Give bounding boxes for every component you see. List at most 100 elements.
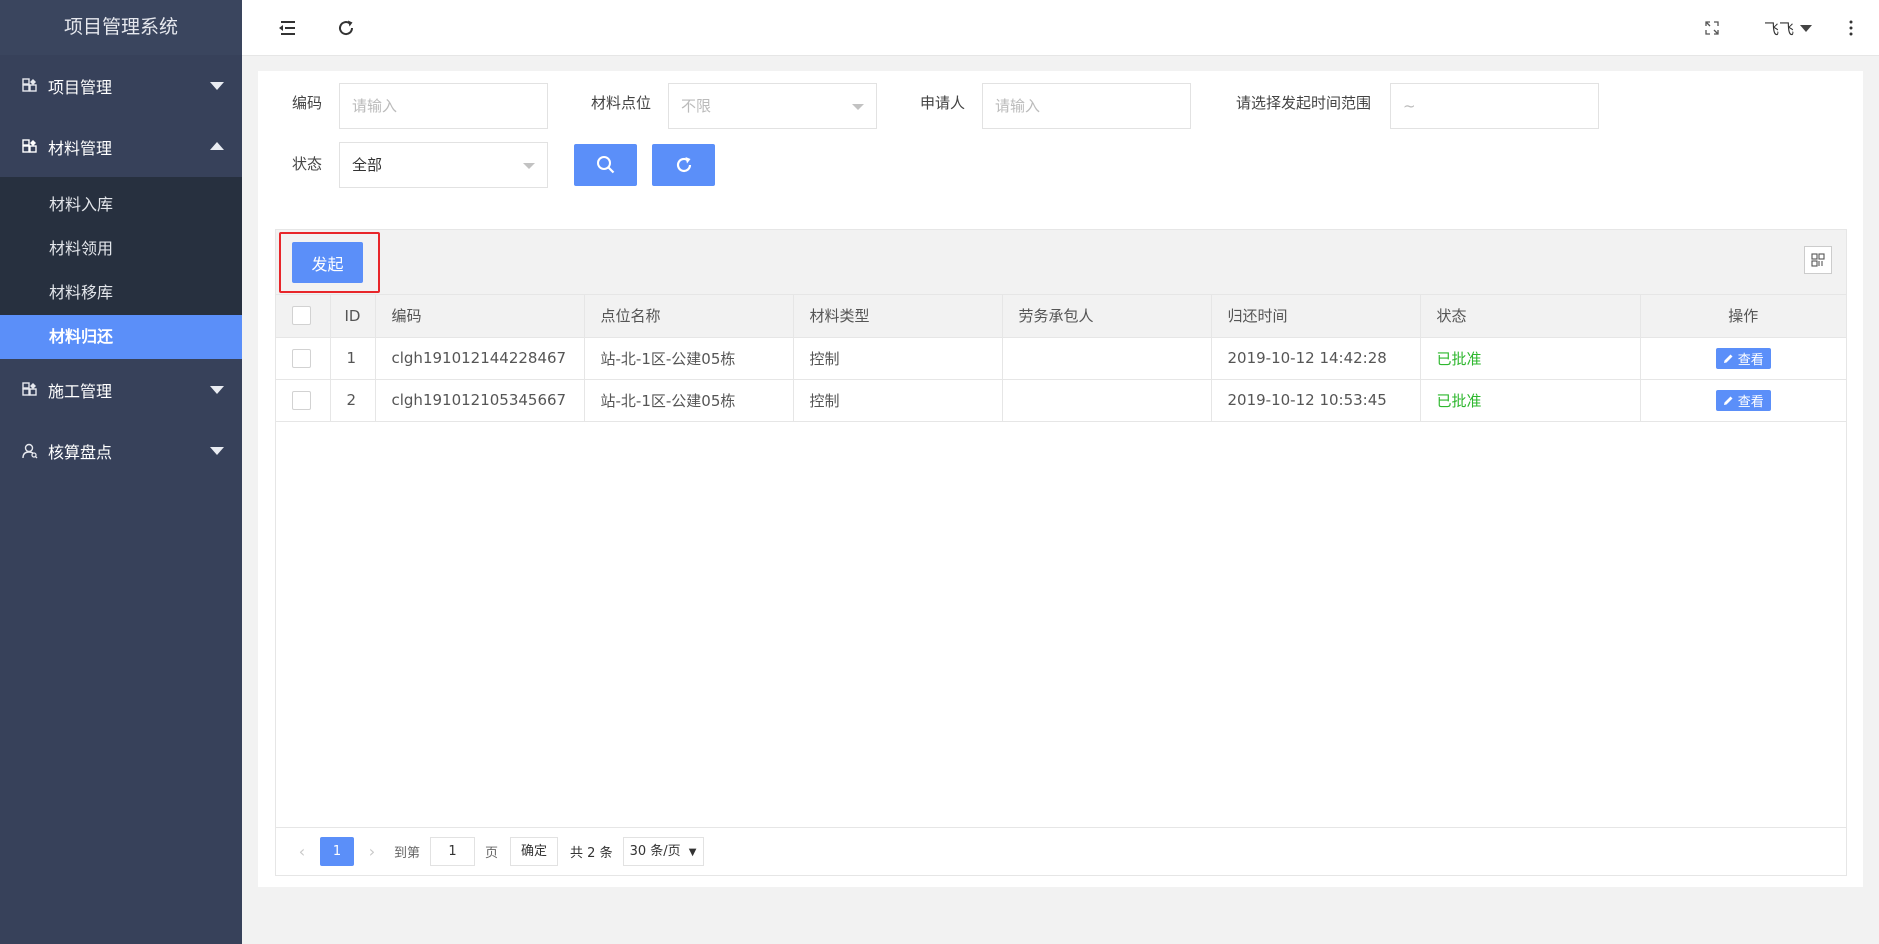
status-select-value: 全部 <box>352 156 383 174</box>
total-count: 共 2 条 <box>570 846 613 861</box>
search-icon <box>596 156 614 174</box>
refresh-icon[interactable] <box>333 15 359 41</box>
user-menu[interactable]: 飞飞 <box>1764 16 1813 40</box>
applicant-input[interactable]: 请输入 <box>982 83 1191 129</box>
chevron-left-icon[interactable]: ‹ <box>290 842 314 861</box>
row-contractor <box>1002 337 1212 380</box>
col-header-code[interactable]: 编码 <box>375 295 585 338</box>
status-select[interactable]: 全部 <box>339 142 548 188</box>
time-range-input[interactable]: ~ <box>1390 83 1599 129</box>
view-button-label: 查看 <box>1737 394 1764 410</box>
sidebar-group-label: 核算盘点 <box>48 442 113 462</box>
top-header: 飞飞 <box>242 0 1879 56</box>
location-select-value: 不限 <box>681 97 712 115</box>
sidebar-item-requisition[interactable]: 材料领用 <box>0 227 242 271</box>
row-id: 1 <box>330 337 376 380</box>
row-code: clgh191012144228467 <box>375 337 585 380</box>
sidebar: 项目管理系统 项目管理 材料管理 材料入库 材料领用 材料移库 材料归还 施工管… <box>0 0 242 944</box>
row-type: 控制 <box>793 379 1003 422</box>
row-time: 2019-10-12 14:42:28 <box>1211 337 1421 380</box>
goto-prefix: 到第 <box>394 846 421 861</box>
row-location: 站-北-1区-公建05栋 <box>584 337 794 380</box>
goto-suffix: 页 <box>485 846 499 861</box>
row-status: 已批准 <box>1420 337 1641 380</box>
menu-fold-icon[interactable] <box>274 15 300 41</box>
code-input[interactable]: 请输入 <box>339 83 548 129</box>
row-type: 控制 <box>793 337 1003 380</box>
sidebar-group-project[interactable]: 项目管理 <box>0 55 242 116</box>
page-size-value: 30 条/页 <box>629 844 681 859</box>
chevron-down-icon: ▼ <box>688 847 697 858</box>
apps-icon <box>22 381 37 396</box>
sidebar-group-accounting[interactable]: 核算盘点 <box>0 420 242 481</box>
goto-confirm-button[interactable]: 确定 <box>510 837 559 866</box>
code-label: 编码 <box>292 94 323 112</box>
sidebar-group-label: 材料管理 <box>48 138 113 158</box>
col-header-location[interactable]: 点位名称 <box>584 295 794 338</box>
edit-icon <box>1723 354 1733 363</box>
columns-icon[interactable] <box>1804 246 1832 274</box>
sidebar-submenu-material: 材料入库 材料领用 材料移库 材料归还 <box>0 177 242 359</box>
chevron-up-icon <box>210 141 224 150</box>
chevron-right-icon[interactable]: › <box>360 842 384 861</box>
pagination: ‹ 1 › 到第 1 页 确定 共 2 条 30 条/页 ▼ <box>276 827 1846 875</box>
select-all-cell <box>276 295 331 338</box>
data-table-container: 发起 ID 编码 点位名称 材料类型 劳务承包人 归还时间 状态 操作 1 cl… <box>275 229 1847 876</box>
status-label: 状态 <box>292 155 323 173</box>
col-header-status[interactable]: 状态 <box>1420 295 1641 338</box>
sidebar-item-return[interactable]: 材料归还 <box>0 315 242 359</box>
launch-button[interactable]: 发起 <box>292 242 363 283</box>
time-range-label: 请选择发起时间范围 <box>1236 94 1372 112</box>
goto-page-input[interactable]: 1 <box>430 837 476 866</box>
more-vertical-icon[interactable] <box>1838 15 1864 41</box>
applicant-label: 申请人 <box>920 94 966 112</box>
view-button-label: 查看 <box>1737 352 1764 368</box>
chevron-down-icon <box>523 163 535 169</box>
search-button[interactable] <box>574 144 637 186</box>
location-select[interactable]: 不限 <box>668 83 877 129</box>
view-button[interactable]: 查看 <box>1715 389 1771 411</box>
row-action-cell: 查看 <box>1640 379 1846 422</box>
row-location: 站-北-1区-公建05栋 <box>584 379 794 422</box>
select-all-checkbox[interactable] <box>292 306 311 326</box>
row-checkbox[interactable] <box>292 390 311 410</box>
sidebar-item-transfer[interactable]: 材料移库 <box>0 271 242 315</box>
sidebar-item-inbound[interactable]: 材料入库 <box>0 183 242 227</box>
refresh-icon <box>676 157 691 173</box>
data-table: ID 编码 点位名称 材料类型 劳务承包人 归还时间 状态 操作 1 clgh1… <box>276 295 1846 422</box>
main-card: 编码 请输入 材料点位 不限 申请人 请输入 请选择发起时间范围 ~ 状态 全部… <box>258 71 1863 887</box>
col-header-id[interactable]: ID <box>330 295 376 338</box>
col-header-type[interactable]: 材料类型 <box>793 295 1003 338</box>
row-code: clgh191012105345667 <box>375 379 585 422</box>
row-time: 2019-10-12 10:53:45 <box>1211 379 1421 422</box>
edit-icon <box>1723 396 1733 405</box>
apps-icon <box>22 77 37 92</box>
row-status: 已批准 <box>1420 379 1641 422</box>
apps-icon <box>22 138 37 153</box>
table-row: 1 clgh191012144228467 站-北-1区-公建05栋 控制 20… <box>276 337 1846 380</box>
chevron-down-icon <box>852 104 864 110</box>
row-action-cell: 查看 <box>1640 337 1846 380</box>
sidebar-group-label: 施工管理 <box>48 381 113 401</box>
reset-button[interactable] <box>652 144 715 186</box>
fullscreen-icon[interactable] <box>1699 15 1725 41</box>
row-select-cell <box>276 379 331 422</box>
table-header-row: ID 编码 点位名称 材料类型 劳务承包人 归还时间 状态 操作 <box>276 295 1846 338</box>
row-checkbox[interactable] <box>292 348 311 368</box>
sidebar-group-material[interactable]: 材料管理 <box>0 116 242 177</box>
row-contractor <box>1002 379 1212 422</box>
chevron-down-icon <box>210 385 224 394</box>
chevron-down-icon <box>210 81 224 90</box>
table-row: 2 clgh191012105345667 站-北-1区-公建05栋 控制 20… <box>276 379 1846 422</box>
user-search-icon <box>22 443 38 458</box>
app-title: 项目管理系统 <box>0 0 242 55</box>
col-header-time[interactable]: 归还时间 <box>1211 295 1421 338</box>
col-header-action: 操作 <box>1640 295 1846 338</box>
page-size-select[interactable]: 30 条/页 ▼ <box>622 837 704 866</box>
sidebar-group-construction[interactable]: 施工管理 <box>0 359 242 420</box>
col-header-contractor[interactable]: 劳务承包人 <box>1002 295 1212 338</box>
view-button[interactable]: 查看 <box>1715 347 1771 369</box>
sidebar-group-label: 项目管理 <box>48 77 113 97</box>
location-label: 材料点位 <box>591 94 652 112</box>
page-number-current[interactable]: 1 <box>320 837 354 866</box>
